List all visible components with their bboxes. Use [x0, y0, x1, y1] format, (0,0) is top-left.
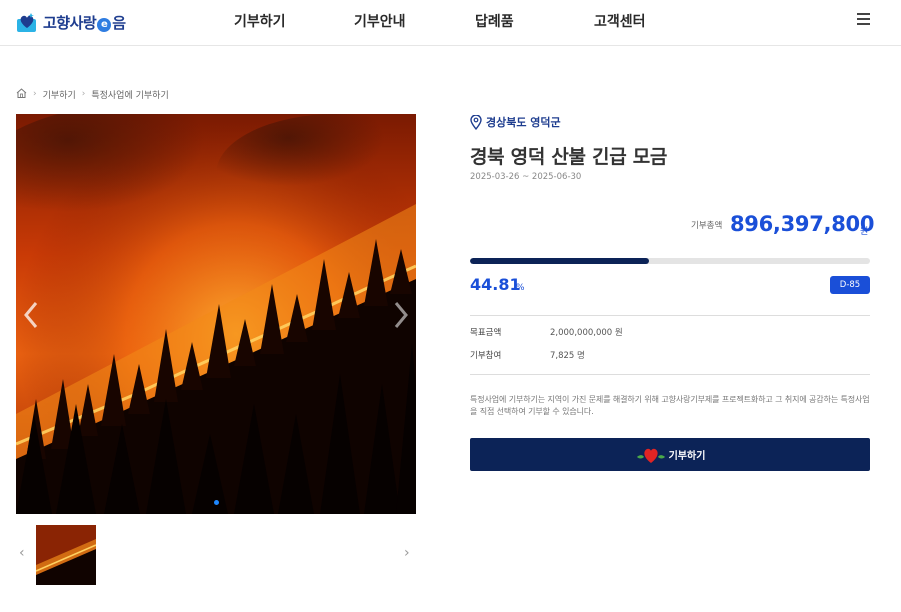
goal-amount-value: 2,000,000,000 원 [550, 328, 623, 338]
gallery-prev-icon[interactable] [22, 300, 42, 330]
goal-amount-label: 목표금액 [470, 328, 502, 338]
gallery-thumbnail[interactable] [36, 525, 96, 585]
logo-text-main: 고향사랑 [43, 13, 97, 32]
progress-bar [470, 258, 870, 264]
divider [470, 374, 870, 375]
site-header: 고향사랑 e 음 기부하기 기부안내 답례품 고객센터 [0, 0, 901, 46]
project-description: 특정사업에 기부하기는 지역이 가진 문제를 해결하기 위해 고향사랑기부제를 … [470, 395, 870, 416]
project-location: 경상북도 영덕군 [470, 114, 561, 130]
thumb-next-icon[interactable]: › [404, 545, 410, 561]
logo-e-badge: e [97, 17, 112, 32]
progress-percent: 44.81 [470, 275, 521, 294]
site-logo[interactable]: 고향사랑 e 음 [16, 9, 126, 35]
project-period: 2025-03-26 ~ 2025-06-30 [470, 172, 582, 182]
project-title: 경북 영덕 산불 긴급 모금 [470, 146, 668, 168]
home-icon[interactable] [16, 87, 27, 101]
logo-text: 고향사랑 e 음 [43, 12, 126, 33]
total-donation-amount: 896,397,800 [730, 212, 875, 236]
logo-text-tail: 음 [112, 13, 126, 32]
forest-fire-image [16, 114, 416, 514]
location-pin-icon [470, 114, 482, 130]
heart-leaves-icon [636, 448, 665, 463]
nav-gifts[interactable]: 답례품 [475, 11, 514, 31]
progress-percent-unit: % [516, 283, 525, 293]
breadcrumb-separator-icon: › [33, 89, 37, 99]
progress-bar-fill [470, 258, 650, 264]
project-main-image [16, 114, 416, 514]
logo-heart-icon [16, 11, 38, 33]
total-donation-label: 기부총액 [691, 221, 723, 231]
breadcrumb-item-specific-project[interactable]: 특정사업에 기부하기 [91, 88, 168, 101]
gallery-dot-active[interactable] [214, 500, 219, 505]
participants-value: 7,825 명 [550, 351, 585, 361]
breadcrumb-item-donate[interactable]: 기부하기 [43, 88, 76, 101]
nav-donate[interactable]: 기부하기 [234, 11, 286, 31]
divider [470, 315, 870, 316]
breadcrumb-separator-icon: › [81, 89, 86, 99]
donate-button[interactable]: 기부하기 [470, 438, 870, 471]
donate-button-label: 기부하기 [668, 451, 706, 462]
participants-label: 기부참여 [470, 351, 502, 361]
thumb-prev-icon[interactable]: ‹ [19, 545, 25, 561]
nav-support[interactable]: 고객센터 [594, 11, 646, 31]
breadcrumb: › 기부하기 › 특정사업에 기부하기 [16, 87, 169, 101]
nav-guide[interactable]: 기부안내 [354, 11, 406, 31]
total-donation-unit: 원 [860, 227, 869, 237]
location-text: 경상북도 영덕군 [486, 116, 561, 129]
hamburger-icon[interactable] [857, 13, 871, 27]
gallery-next-icon[interactable] [390, 300, 410, 330]
dday-badge: D-85 [830, 276, 870, 294]
